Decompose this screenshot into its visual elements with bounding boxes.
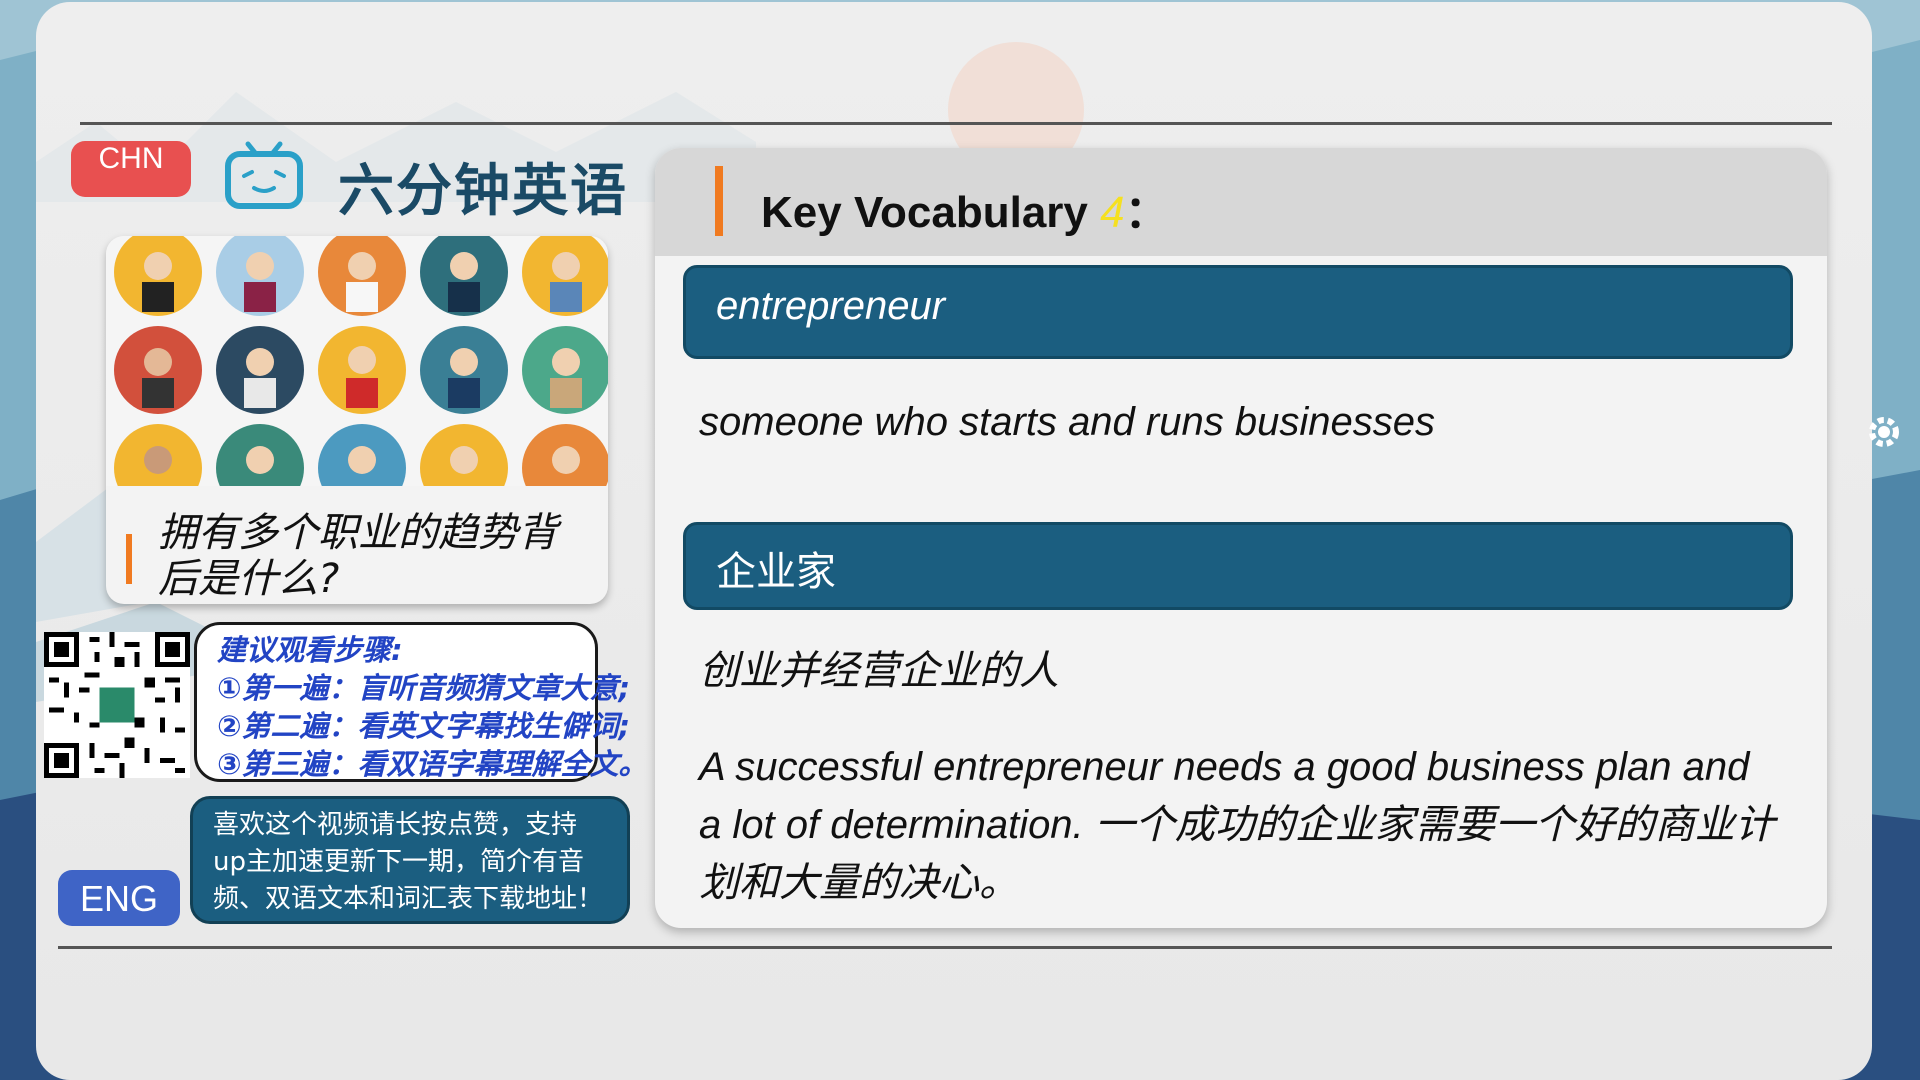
like-line-2: up主加速更新下一期，简介有音	[213, 847, 584, 877]
top-divider	[80, 122, 1832, 125]
vocabulary-number: 4	[1100, 188, 1125, 237]
step-two: ②第二遍：看英文字幕找生僻词;	[217, 709, 631, 743]
step-three: ③第三遍：看双语字幕理解全文。	[217, 747, 648, 781]
chinese-term-band: 企业家	[683, 522, 1793, 610]
like-line-1: 喜欢这个视频请长按点赞，支持	[213, 810, 578, 840]
viewing-steps-box: 建议观看步骤: ①第一遍：盲听音频猜文章大意; ②第二遍：看英文字幕找生僻词; …	[194, 622, 648, 782]
qr-code-icon	[44, 632, 190, 778]
chinese-definition: 创业并经营企业的人	[699, 648, 1059, 694]
episode-card[interactable]: 拥有多个职业的趋势背后是什么?	[106, 236, 608, 604]
like-line-3: 频、双语文本和词汇表下载地址！	[213, 884, 604, 914]
bottom-divider	[58, 946, 1832, 949]
brand-title: 六分钟英语	[338, 159, 628, 224]
vocabulary-header: Key Vocabulary 4：	[655, 148, 1827, 256]
gear-icon[interactable]	[1864, 412, 1904, 452]
header-accent-bar	[715, 166, 723, 236]
vocabulary-panel: Key Vocabulary 4： entrepreneur someone w…	[655, 148, 1827, 928]
vocabulary-heading: Key Vocabulary 4：	[761, 188, 1169, 237]
like-reminder-box: 喜欢这个视频请长按点赞，支持 up主加速更新下一期，简介有音 频、双语文本和词汇…	[190, 796, 630, 924]
chinese-term: 企业家	[716, 549, 836, 595]
episode-title: 拥有多个职业的趋势背后是什么?	[158, 510, 558, 602]
tv-icon	[225, 141, 303, 209]
example-sentence: A successful entrepreneur needs a good b…	[699, 745, 1775, 905]
title-accent-bar	[126, 534, 132, 584]
english-language-button[interactable]: ENG	[58, 870, 180, 926]
steps-heading: 建议观看步骤:	[217, 633, 403, 667]
english-definition: someone who starts and runs businesses	[699, 400, 1435, 444]
step-one: ①第一遍：盲听音频猜文章大意;	[217, 671, 631, 705]
career-avatars-image	[106, 236, 608, 486]
chinese-language-button[interactable]: CHN	[71, 141, 191, 197]
term-band: entrepreneur	[683, 265, 1793, 359]
vocabulary-term: entrepreneur	[716, 284, 946, 328]
